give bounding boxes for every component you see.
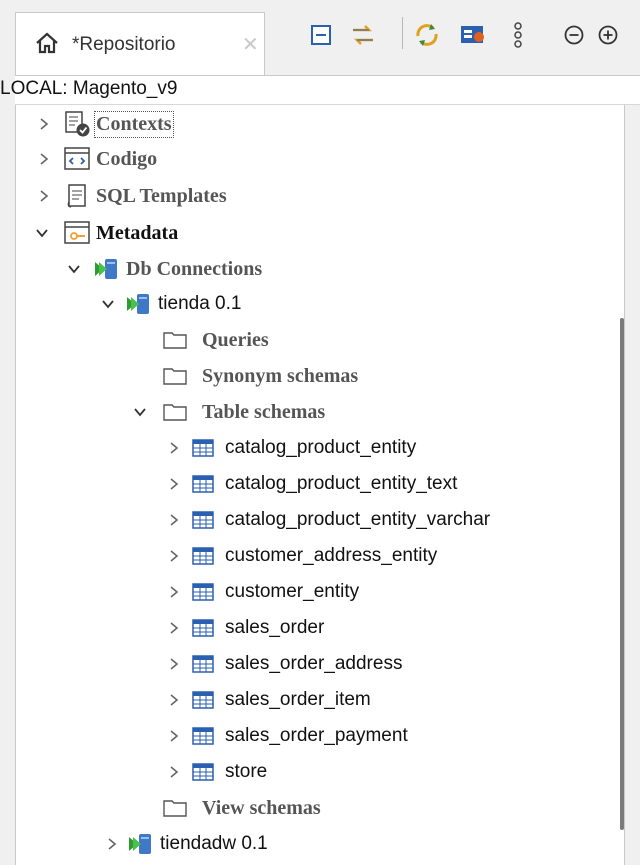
- home-icon: [34, 31, 60, 55]
- chevron-right-icon[interactable]: [36, 188, 52, 204]
- chevron-right-icon[interactable]: [104, 836, 120, 852]
- tree-item-queries[interactable]: Queries: [160, 324, 269, 356]
- chevron-right-icon[interactable]: [166, 548, 182, 564]
- table-icon: [190, 439, 216, 457]
- maximize-icon[interactable]: [596, 22, 620, 48]
- tree-item-view-schemas[interactable]: View schemas: [160, 792, 321, 824]
- table-icon: [190, 727, 216, 745]
- tree-item-table[interactable]: sales_order: [166, 612, 324, 644]
- toolbar-separator: [402, 17, 403, 49]
- chevron-right-icon[interactable]: [166, 512, 182, 528]
- tree-item-table[interactable]: sales_order_item: [166, 684, 371, 716]
- tree-label: Codigo: [96, 147, 158, 170]
- table-icon: [190, 691, 216, 709]
- tree-item-table[interactable]: sales_order_address: [166, 648, 402, 680]
- folder-icon: [160, 329, 190, 351]
- code-icon: [62, 145, 92, 173]
- vertical-scrollbar[interactable]: [620, 318, 624, 830]
- filter-view-icon[interactable]: [458, 22, 488, 48]
- table-icon: [190, 547, 216, 565]
- tree-label: catalog_product_entity_varchar: [225, 509, 491, 530]
- tree-item-tiendadw[interactable]: tiendadw 0.1: [104, 828, 268, 860]
- chevron-right-icon[interactable]: [36, 116, 52, 132]
- contexts-icon: [62, 110, 92, 138]
- tree-item-table[interactable]: sales_order_payment: [166, 720, 408, 752]
- tree-item-synonym-schemas[interactable]: Synonym schemas: [160, 360, 358, 392]
- chevron-down-icon[interactable]: [66, 261, 82, 277]
- chevron-down-icon[interactable]: [100, 296, 116, 312]
- tree-label: Metadata: [96, 221, 179, 244]
- chevron-right-icon[interactable]: [166, 692, 182, 708]
- db-connection-icon: [92, 256, 122, 282]
- tree-label: customer_entity: [225, 581, 360, 602]
- chevron-right-icon[interactable]: [166, 620, 182, 636]
- tree-item-codigo[interactable]: Codigo: [36, 143, 157, 175]
- db-connection-icon: [126, 831, 156, 857]
- table-icon: [190, 619, 216, 637]
- minimize-icon[interactable]: [562, 22, 586, 48]
- tree-label: sales_order_item: [225, 689, 371, 710]
- table-icon: [190, 763, 216, 781]
- table-icon: [190, 655, 216, 673]
- tree-label: sales_order_payment: [225, 725, 408, 746]
- table-icon: [190, 511, 216, 529]
- tree-item-sql-templates[interactable]: SQL Templates: [36, 180, 227, 212]
- refresh-icon[interactable]: [412, 22, 442, 48]
- tree-item-table[interactable]: catalog_product_entity_text: [166, 468, 457, 500]
- tree-item-metadata[interactable]: Metadata: [34, 217, 178, 249]
- tree-item-table[interactable]: catalog_product_entity: [166, 432, 416, 464]
- tab-repositorio[interactable]: *Repositorio ✕: [15, 12, 265, 75]
- tree-label: Table schemas: [202, 400, 326, 423]
- link-editor-icon[interactable]: [348, 22, 378, 48]
- folder-icon: [160, 401, 190, 423]
- chevron-right-icon[interactable]: [166, 764, 182, 780]
- chevron-right-icon[interactable]: [166, 476, 182, 492]
- repository-location: LOCAL: Magento_v9: [0, 78, 178, 99]
- tree-item-db-connections[interactable]: Db Connections: [66, 253, 262, 285]
- tree-label: sales_order: [225, 617, 325, 638]
- db-connection-icon: [124, 291, 154, 317]
- chevron-down-icon[interactable]: [132, 404, 148, 420]
- tree-label: Contexts: [94, 110, 174, 138]
- tree-label: tienda 0.1: [158, 293, 242, 314]
- tree-label: Db Connections: [126, 257, 263, 280]
- chevron-down-icon[interactable]: [34, 225, 50, 241]
- tree-label: customer_address_entity: [225, 545, 438, 566]
- tree-label: tiendadw 0.1: [160, 833, 268, 854]
- tree-label: View schemas: [202, 796, 321, 819]
- view-header: *Repositorio ✕: [0, 0, 640, 75]
- tree-label: store: [225, 761, 268, 782]
- chevron-right-icon[interactable]: [166, 584, 182, 600]
- table-icon: [190, 583, 216, 601]
- tree-label: sales_order_address: [225, 653, 403, 674]
- tree-item-table[interactable]: store: [166, 756, 267, 788]
- chevron-right-icon[interactable]: [166, 656, 182, 672]
- collapse-all-icon[interactable]: [308, 22, 334, 48]
- tree-label: Synonym schemas: [202, 364, 359, 387]
- tree-label: SQL Templates: [96, 184, 227, 207]
- tree-item-table[interactable]: customer_entity: [166, 576, 359, 608]
- folder-icon: [160, 797, 190, 819]
- table-icon: [190, 475, 216, 493]
- chevron-right-icon[interactable]: [166, 440, 182, 456]
- tree-label: catalog_product_entity: [225, 437, 417, 458]
- folder-icon: [160, 365, 190, 387]
- view-menu-icon[interactable]: [508, 22, 528, 48]
- tree-item-table[interactable]: catalog_product_entity_varchar: [166, 504, 490, 536]
- tree-item-contexts[interactable]: Contexts: [36, 108, 174, 140]
- metadata-icon: [62, 219, 92, 247]
- close-icon[interactable]: ✕: [242, 32, 259, 57]
- tree-label: catalog_product_entity_text: [225, 473, 458, 494]
- tree-item-table-schemas[interactable]: Table schemas: [132, 396, 325, 428]
- tab-title: *Repositorio: [72, 34, 176, 55]
- tree-item-tienda[interactable]: tienda 0.1: [100, 288, 241, 320]
- chevron-right-icon[interactable]: [36, 151, 52, 167]
- tree-label: Queries: [202, 328, 269, 351]
- tree-item-table[interactable]: customer_address_entity: [166, 540, 437, 572]
- sql-template-icon: [62, 182, 92, 210]
- chevron-right-icon[interactable]: [166, 728, 182, 744]
